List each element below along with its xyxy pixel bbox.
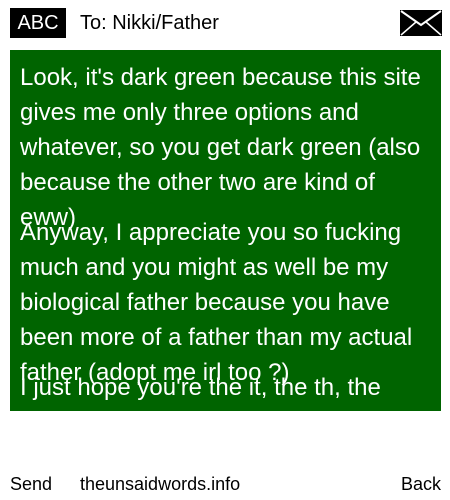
input-mode-badge[interactable]: ABC — [10, 8, 66, 38]
envelope-icon — [400, 10, 442, 36]
message-body[interactable]: Look, it's dark green because this site … — [10, 50, 441, 411]
message-text: Look, it's dark green because this site … — [20, 60, 432, 405]
message-paragraph: I just hope you're the it, the th, the — [20, 374, 381, 401]
message-paragraph: Anyway, I appreciate you so fucking much… — [20, 219, 413, 386]
recipient-label: To: Nikki/Father — [80, 12, 219, 34]
message-paragraph: Look, it's dark green because this site … — [20, 64, 421, 231]
site-link[interactable]: theunsaidwords.info — [80, 470, 240, 498]
header-bar: ABC To: Nikki/Father — [0, 0, 450, 46]
softkey-bar: Send theunsaidwords.info Back — [0, 470, 450, 500]
send-button[interactable]: Send — [10, 470, 52, 498]
phone-screen: ABC To: Nikki/Father Look, it's dark gre… — [0, 0, 450, 500]
back-button[interactable]: Back — [401, 470, 441, 498]
